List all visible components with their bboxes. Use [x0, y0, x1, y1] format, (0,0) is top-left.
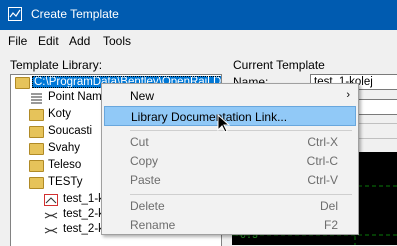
template-icon [44, 227, 58, 234]
folder-open-icon [29, 177, 44, 189]
menu-tools[interactable]: Tools [103, 34, 131, 48]
title-bar: Create Template [0, 0, 397, 30]
menu-item-shortcut: Ctrl-C [306, 154, 338, 168]
menu-item-label: Cut [130, 135, 149, 149]
tree-item-label: test_1-k [63, 193, 104, 205]
list-icon [31, 93, 42, 104]
menu-item-copy[interactable]: Copy Ctrl-C [104, 151, 356, 171]
folder-open-icon [15, 77, 30, 89]
mouse-cursor-icon [217, 114, 231, 133]
app-icon [8, 7, 22, 21]
template-icon [44, 194, 58, 206]
menu-item-paste[interactable]: Paste Ctrl-V [104, 170, 356, 190]
menu-item-label: Copy [130, 154, 159, 168]
menu-item-new[interactable]: New › [104, 86, 356, 106]
context-menu: New › Library Documentation Link... Cut … [101, 83, 359, 235]
menu-item-shortcut: Ctrl-V [307, 173, 338, 187]
menu-item-cut[interactable]: Cut Ctrl-X [104, 132, 356, 152]
menu-item-label: Library Documentation Link... [131, 110, 288, 124]
tree-item-label: test_2-k [63, 208, 104, 220]
tree-item-label: Svahy [48, 142, 80, 154]
menu-item-label: Delete [130, 199, 165, 213]
tree-item-label: TESTy [48, 176, 83, 188]
menu-item-rename[interactable]: Rename F2 [104, 215, 356, 235]
tree-item-label: test_2-k [63, 223, 104, 235]
current-template-label: Current Template [233, 58, 325, 72]
tree-item-label: Koty [48, 108, 72, 120]
menu-item-delete[interactable]: Delete Del [104, 196, 356, 216]
tree-item-label: Teleso [48, 159, 82, 171]
menu-item-shortcut: F2 [323, 218, 338, 232]
submenu-arrow-icon: › [346, 89, 350, 101]
folder-icon [29, 160, 44, 172]
menu-add[interactable]: Add [69, 34, 90, 48]
tree-item-label: Soucasti [48, 125, 93, 137]
folder-icon [29, 143, 44, 155]
menu-bar: File Edit Add Tools [0, 30, 397, 52]
menu-edit[interactable]: Edit [38, 34, 59, 48]
template-library-label: Template Library: [10, 58, 103, 72]
tree-item-label: Point Name [48, 91, 109, 103]
template-icon [44, 212, 58, 219]
menu-item-shortcut: Del [319, 199, 338, 213]
menu-file[interactable]: File [8, 34, 27, 48]
menu-separator [130, 194, 352, 195]
menu-item-shortcut: Ctrl-X [307, 135, 338, 149]
menu-item-label: New [130, 89, 155, 103]
menu-item-label: Paste [130, 173, 161, 187]
menu-separator [130, 130, 352, 131]
menu-item-label: Rename [130, 218, 176, 232]
folder-icon [29, 126, 44, 138]
window-title: Create Template [31, 7, 119, 21]
folder-icon [29, 109, 44, 121]
